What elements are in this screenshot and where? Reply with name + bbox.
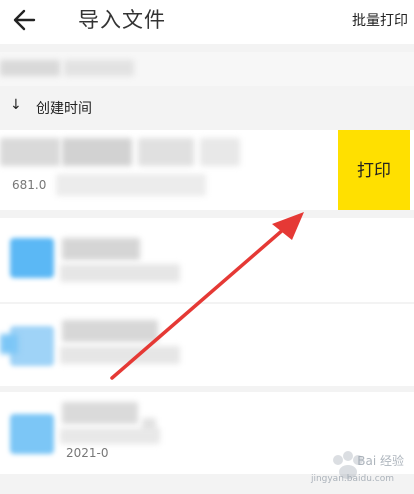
batch-print-button[interactable]: 批量打印 [352, 10, 408, 30]
file-size: 681.0 [12, 178, 47, 192]
file-date: 2021-0 [66, 446, 109, 460]
file-row[interactable]: 681.0 打印 [0, 130, 414, 210]
blurred-info-band [0, 52, 414, 86]
back-button[interactable] [10, 6, 40, 34]
print-button[interactable]: 打印 [338, 130, 410, 210]
watermark-url: jingyan.baidu.com [310, 474, 394, 484]
sort-label: 创建时间 [36, 101, 92, 117]
top-bar: 导入文件 批量打印 [0, 0, 414, 44]
file-row[interactable] [0, 304, 414, 386]
folder-icon [10, 238, 54, 278]
file-row[interactable] [0, 218, 414, 302]
sort-down-icon: ↓ [10, 97, 22, 113]
import-files-screen: 导入文件 批量打印 ↓ 创建时间 681.0 打印 2021-0 Bai 经验 … [0, 0, 414, 494]
watermark-text: Bai 经验 [357, 454, 404, 468]
page-title: 导入文件 [78, 8, 166, 32]
arrow-left-icon [13, 9, 36, 31]
sort-by-created-time[interactable]: ↓ 创建时间 [0, 92, 414, 126]
file-icon [10, 414, 54, 454]
print-button-label: 打印 [357, 161, 391, 181]
